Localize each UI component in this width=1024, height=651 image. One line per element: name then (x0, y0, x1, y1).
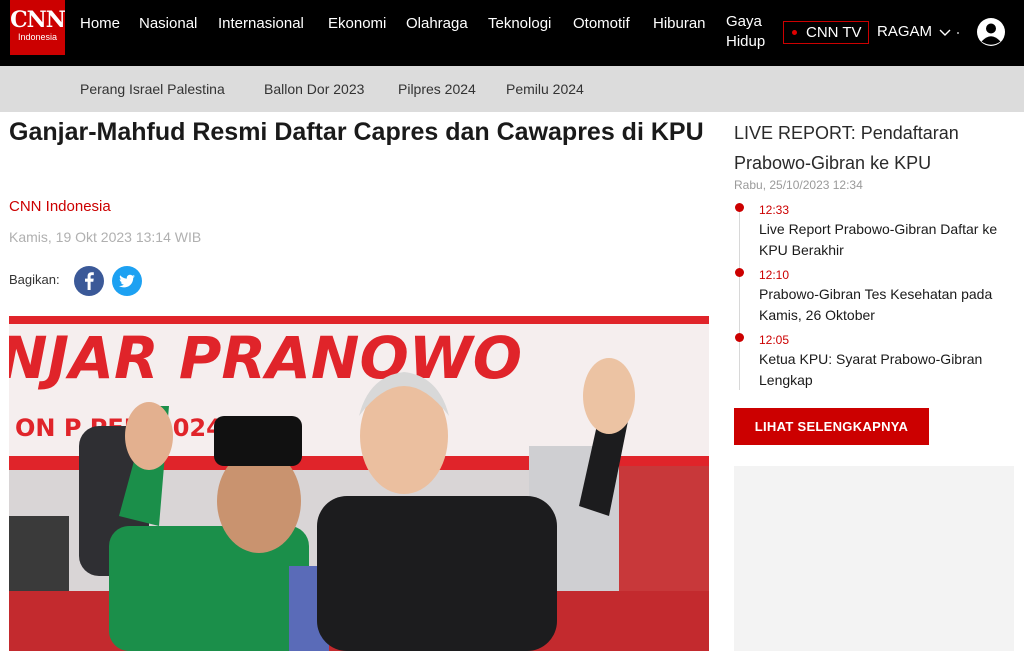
cnn-tv-label: CNN TV (806, 24, 862, 41)
share-label: Bagikan: (9, 272, 60, 287)
nav-item-ekonomi[interactable]: Ekonomi (328, 14, 386, 34)
topic-link-pemilu[interactable]: Pemilu 2024 (506, 80, 584, 98)
separator-dot (957, 32, 959, 34)
nav-item-gaya-hidup[interactable]: Gaya Hidup (726, 12, 770, 52)
nav-item-hiburan[interactable]: Hiburan (653, 14, 706, 34)
top-navbar: CNN Indonesia Home Nasional Internasiona… (0, 0, 1024, 66)
cnn-tv-button[interactable]: CNN TV (783, 21, 869, 44)
update-link[interactable]: Prabowo-Gibran Tes Kesehatan pada Kamis,… (759, 284, 1014, 326)
nav-item-teknologi[interactable]: Teknologi (488, 14, 551, 34)
twitter-icon (119, 274, 135, 288)
topic-link-israel-palestina[interactable]: Perang Israel Palestina (80, 80, 225, 98)
update-link[interactable]: Ketua KPU: Syarat Prabowo-Gibran Lengkap (759, 349, 1014, 391)
topic-link-pilpres[interactable]: Pilpres 2024 (398, 80, 476, 98)
nav-item-nasional[interactable]: Nasional (139, 14, 197, 34)
facebook-share-button[interactable] (74, 266, 104, 296)
update-time: 12:05 (759, 333, 790, 347)
nav-item-internasional[interactable]: Internasional (218, 14, 304, 34)
article-headline: Ganjar-Mahfud Resmi Daftar Capres dan Ca… (9, 118, 704, 146)
photo-banner-text: NJAR PRANOWO (9, 324, 522, 392)
ad-placeholder (734, 466, 1014, 651)
article-date: Kamis, 19 Okt 2023 13:14 WIB (9, 229, 202, 245)
timeline-dot (735, 333, 744, 342)
live-report-title[interactable]: LIVE REPORT: Pendaftaran Prabowo-Gibran … (734, 118, 1024, 178)
live-dot-icon (792, 30, 797, 35)
nav-item-olahraga[interactable]: Olahraga (406, 14, 468, 34)
twitter-share-button[interactable] (112, 266, 142, 296)
article-author[interactable]: CNN Indonesia (9, 198, 111, 215)
trending-topics-bar: Perang Israel Palestina Ballon Dor 2023 … (0, 66, 1024, 112)
timeline-dot (735, 203, 744, 212)
logo-subtitle: Indonesia (17, 32, 58, 42)
see-more-button[interactable]: LIHAT SELENGKAPNYA (734, 408, 929, 445)
nav-item-otomotif[interactable]: Otomotif (573, 14, 630, 34)
cnn-logo-icon[interactable]: CNN Indonesia (10, 0, 66, 55)
update-time: 12:33 (759, 203, 790, 217)
update-time: 12:10 (759, 268, 790, 282)
user-avatar-icon[interactable] (976, 17, 1006, 47)
ragam-menu[interactable]: RAGAM (877, 22, 932, 42)
chevron-down-icon[interactable] (937, 22, 953, 42)
topic-link-ballon-dor[interactable]: Ballon Dor 2023 (264, 80, 364, 98)
logo-title: CNN (10, 7, 66, 33)
article-photo-illustration: NJAR PRANOWO ON P PEM 2024) (9, 316, 709, 651)
timeline-line (739, 208, 740, 390)
timeline-dot (735, 268, 744, 277)
facebook-icon (85, 272, 94, 290)
update-link[interactable]: Live Report Prabowo-Gibran Daftar ke KPU… (759, 219, 1014, 261)
live-report-date: Rabu, 25/10/2023 12:34 (734, 178, 863, 192)
nav-item-home[interactable]: Home (80, 14, 120, 34)
article-photo: NJAR PRANOWO ON P PEM 2024) (9, 316, 709, 651)
